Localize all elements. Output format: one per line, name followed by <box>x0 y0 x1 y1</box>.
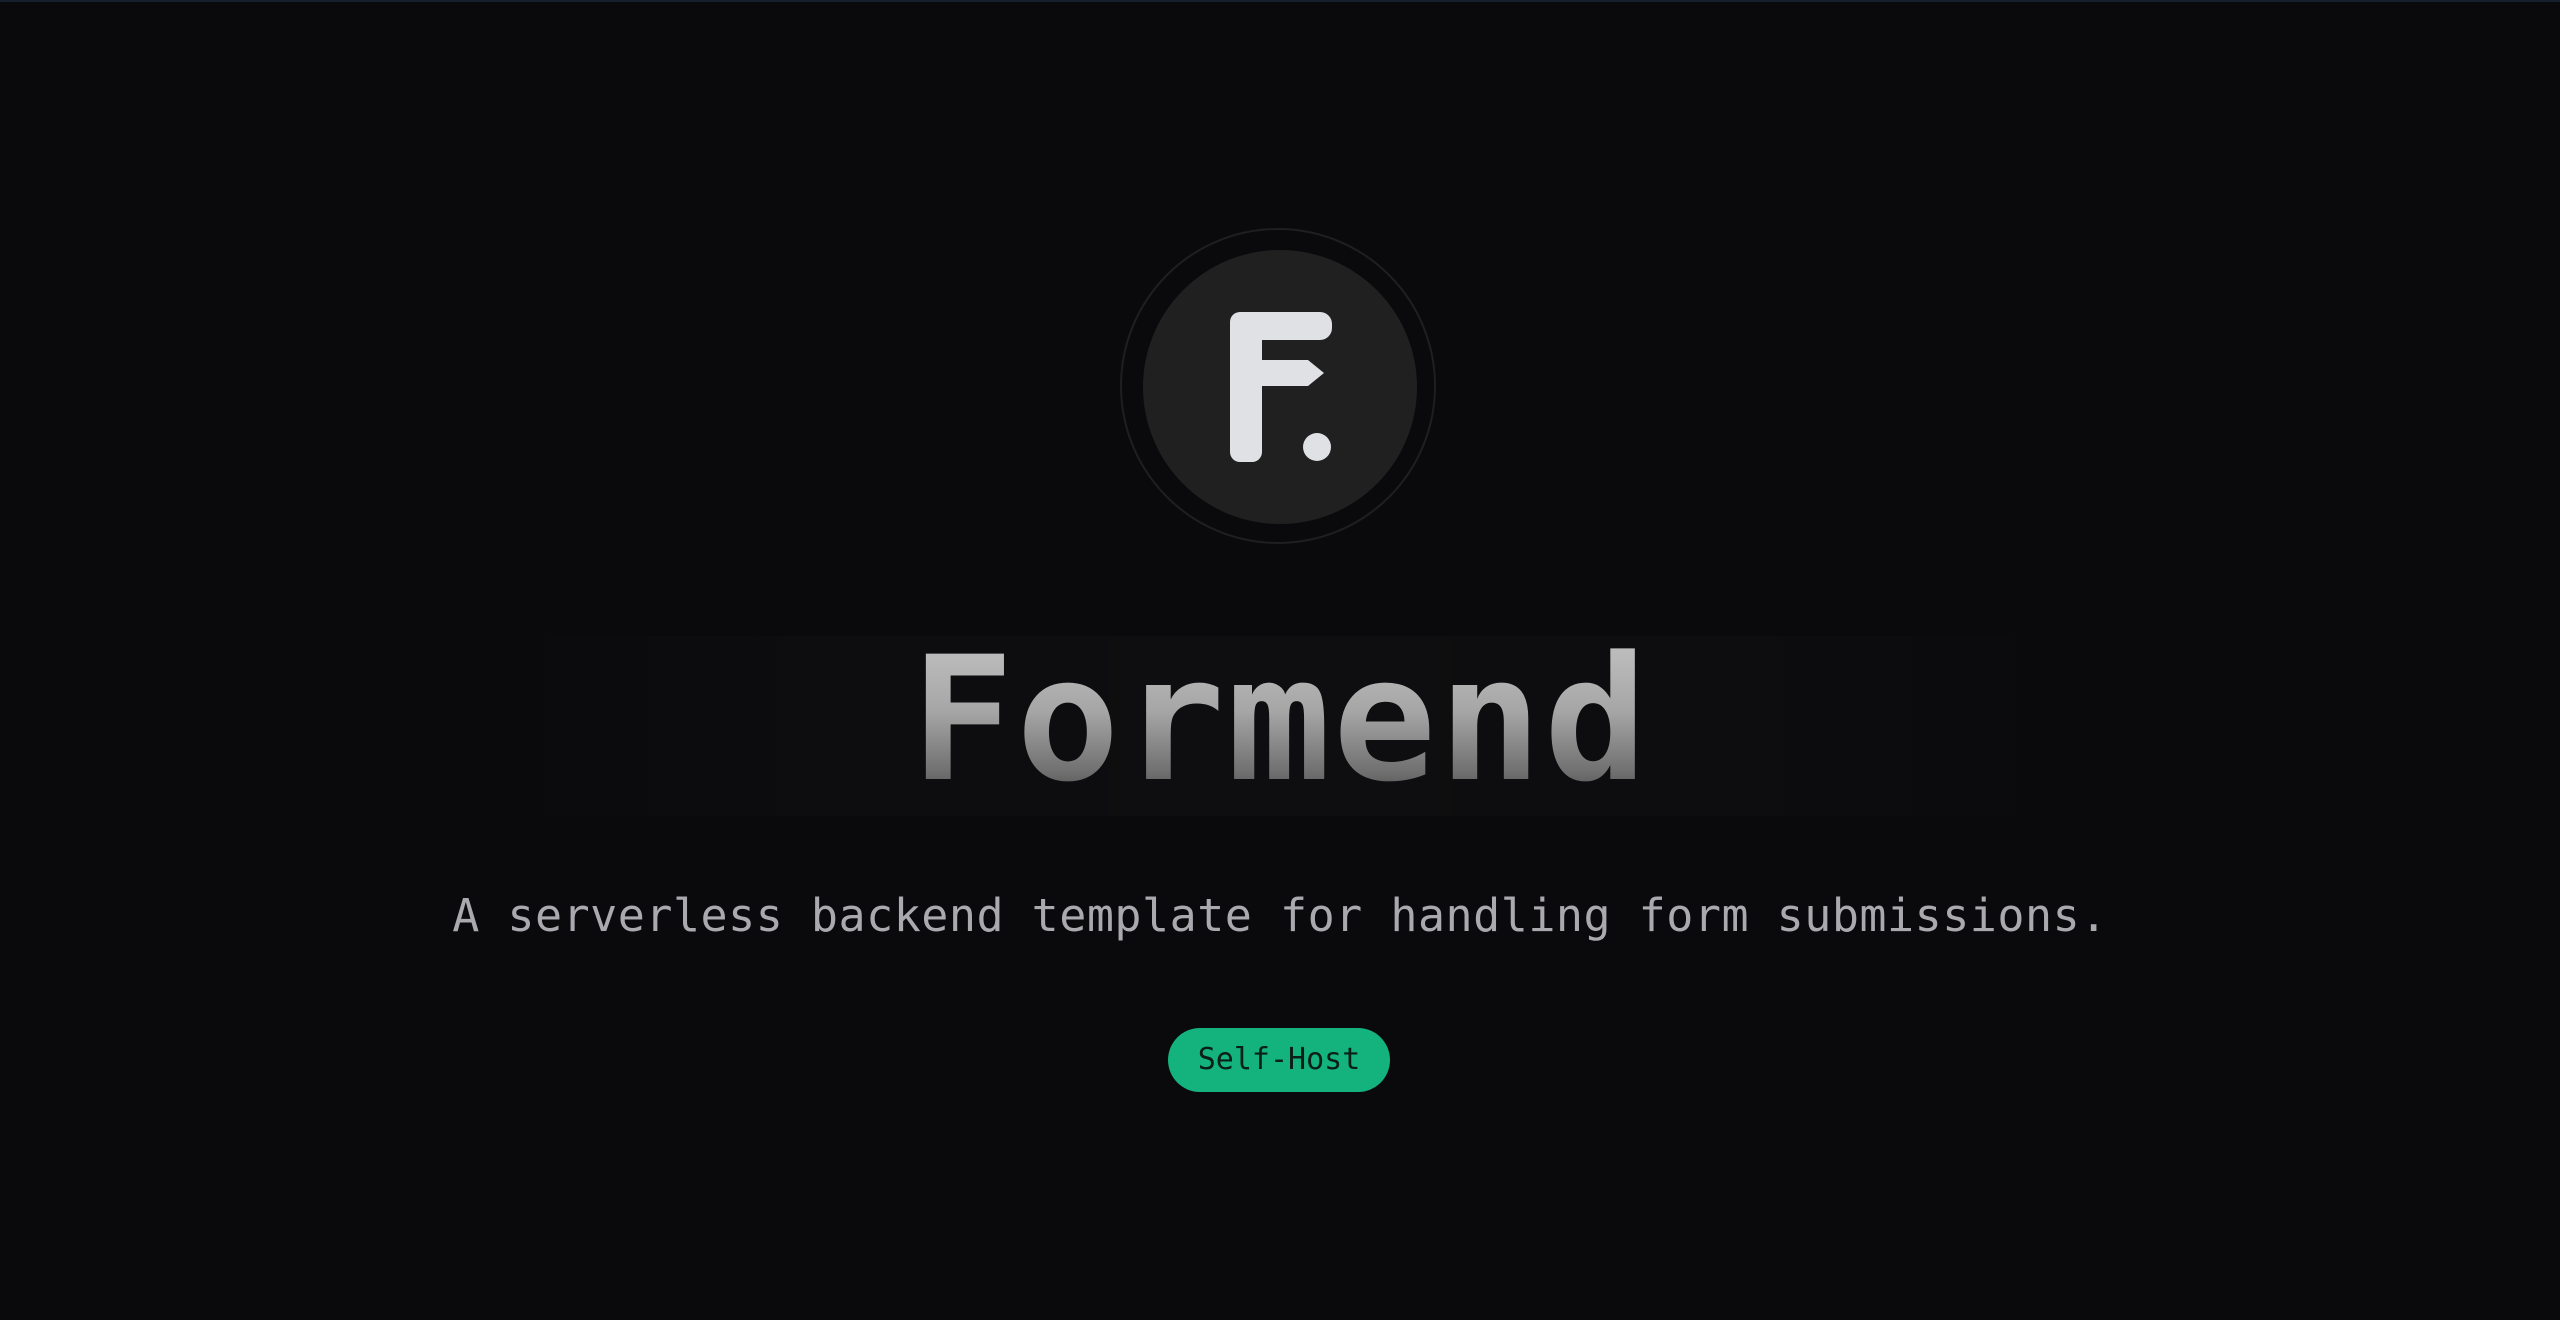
hero-section: Formend A serverless backend template fo… <box>0 0 2560 1320</box>
page-title: Formend <box>0 630 2560 810</box>
self-host-button[interactable]: Self-Host <box>1168 1028 1390 1092</box>
formend-f-logo-icon <box>1230 312 1332 462</box>
page-subtitle: A serverless backend template for handli… <box>452 889 2108 942</box>
